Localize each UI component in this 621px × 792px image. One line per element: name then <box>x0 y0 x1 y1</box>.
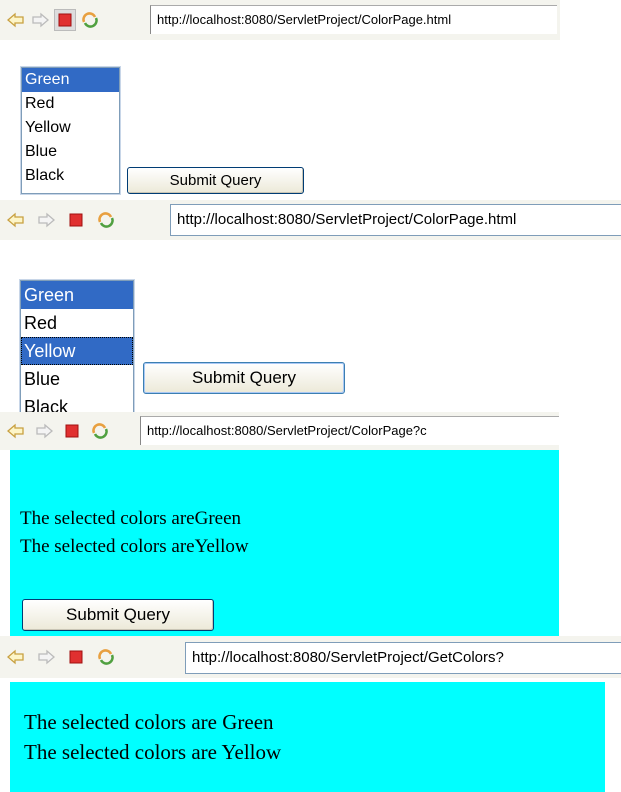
refresh-icon[interactable] <box>96 647 116 667</box>
address-bar[interactable]: http://localhost:8080/ServletProject/Col… <box>140 416 559 445</box>
stop-icon[interactable] <box>62 421 82 441</box>
back-arrow-icon[interactable] <box>6 421 26 441</box>
result-panel: The selected colors areGreen The selecte… <box>10 450 559 636</box>
submit-query-button[interactable]: Submit Query <box>143 362 345 394</box>
address-bar[interactable]: http://localhost:8080/ServletProject/Get… <box>185 642 621 674</box>
result-line-green: The selected colors are Green <box>24 710 274 734</box>
listbox-option-black[interactable]: Black <box>22 164 119 188</box>
back-arrow-icon[interactable] <box>6 210 26 230</box>
forward-arrow-icon[interactable] <box>30 10 50 30</box>
listbox-option-blue[interactable]: Blue <box>22 140 119 164</box>
submit-query-button[interactable]: Submit Query <box>22 599 214 631</box>
result-line-green: The selected colors areGreen <box>20 508 242 529</box>
result-line-yellow: The selected colors areYellow <box>20 536 249 557</box>
stop-icon[interactable] <box>66 647 86 667</box>
listbox-option-red[interactable]: Red <box>22 92 119 116</box>
browser-frame-4: http://localhost:8080/ServletProject/Get… <box>0 636 621 792</box>
stop-icon[interactable] <box>66 210 86 230</box>
refresh-icon[interactable] <box>80 10 100 30</box>
forward-arrow-icon[interactable] <box>36 210 56 230</box>
refresh-icon[interactable] <box>90 421 110 441</box>
address-bar[interactable]: http://localhost:8080/ServletProject/Col… <box>150 5 557 34</box>
listbox-option-green[interactable]: Green <box>21 281 133 309</box>
browser-frame-1: http://localhost:8080/ServletProject/Col… <box>0 0 560 200</box>
forward-arrow-icon[interactable] <box>34 421 54 441</box>
result-panel: The selected colors are Green The select… <box>10 682 605 792</box>
address-bar[interactable]: http://localhost:8080/ServletProject/Col… <box>170 204 621 236</box>
listbox-option-blue[interactable]: Blue <box>21 365 133 393</box>
browser-frame-2: http://localhost:8080/ServletProject/Col… <box>0 200 621 412</box>
back-arrow-icon[interactable] <box>6 647 26 667</box>
color-listbox[interactable]: Green Red Yellow Blue Black <box>20 66 121 195</box>
back-arrow-icon[interactable] <box>6 10 26 30</box>
browser-frame-3: http://localhost:8080/ServletProject/Col… <box>0 412 559 636</box>
forward-arrow-icon[interactable] <box>36 647 56 667</box>
listbox-option-black[interactable]: Black <box>21 393 133 412</box>
refresh-icon[interactable] <box>96 210 116 230</box>
result-line-yellow: The selected colors are Yellow <box>24 740 282 764</box>
listbox-option-yellow[interactable]: Yellow <box>21 337 133 365</box>
submit-query-button[interactable]: Submit Query <box>127 167 304 194</box>
stop-icon[interactable] <box>54 9 76 31</box>
listbox-option-yellow[interactable]: Yellow <box>22 116 119 140</box>
listbox-option-red[interactable]: Red <box>21 309 133 337</box>
listbox-option-green[interactable]: Green <box>22 68 119 92</box>
color-listbox[interactable]: Green Red Yellow Blue Black <box>19 279 135 412</box>
